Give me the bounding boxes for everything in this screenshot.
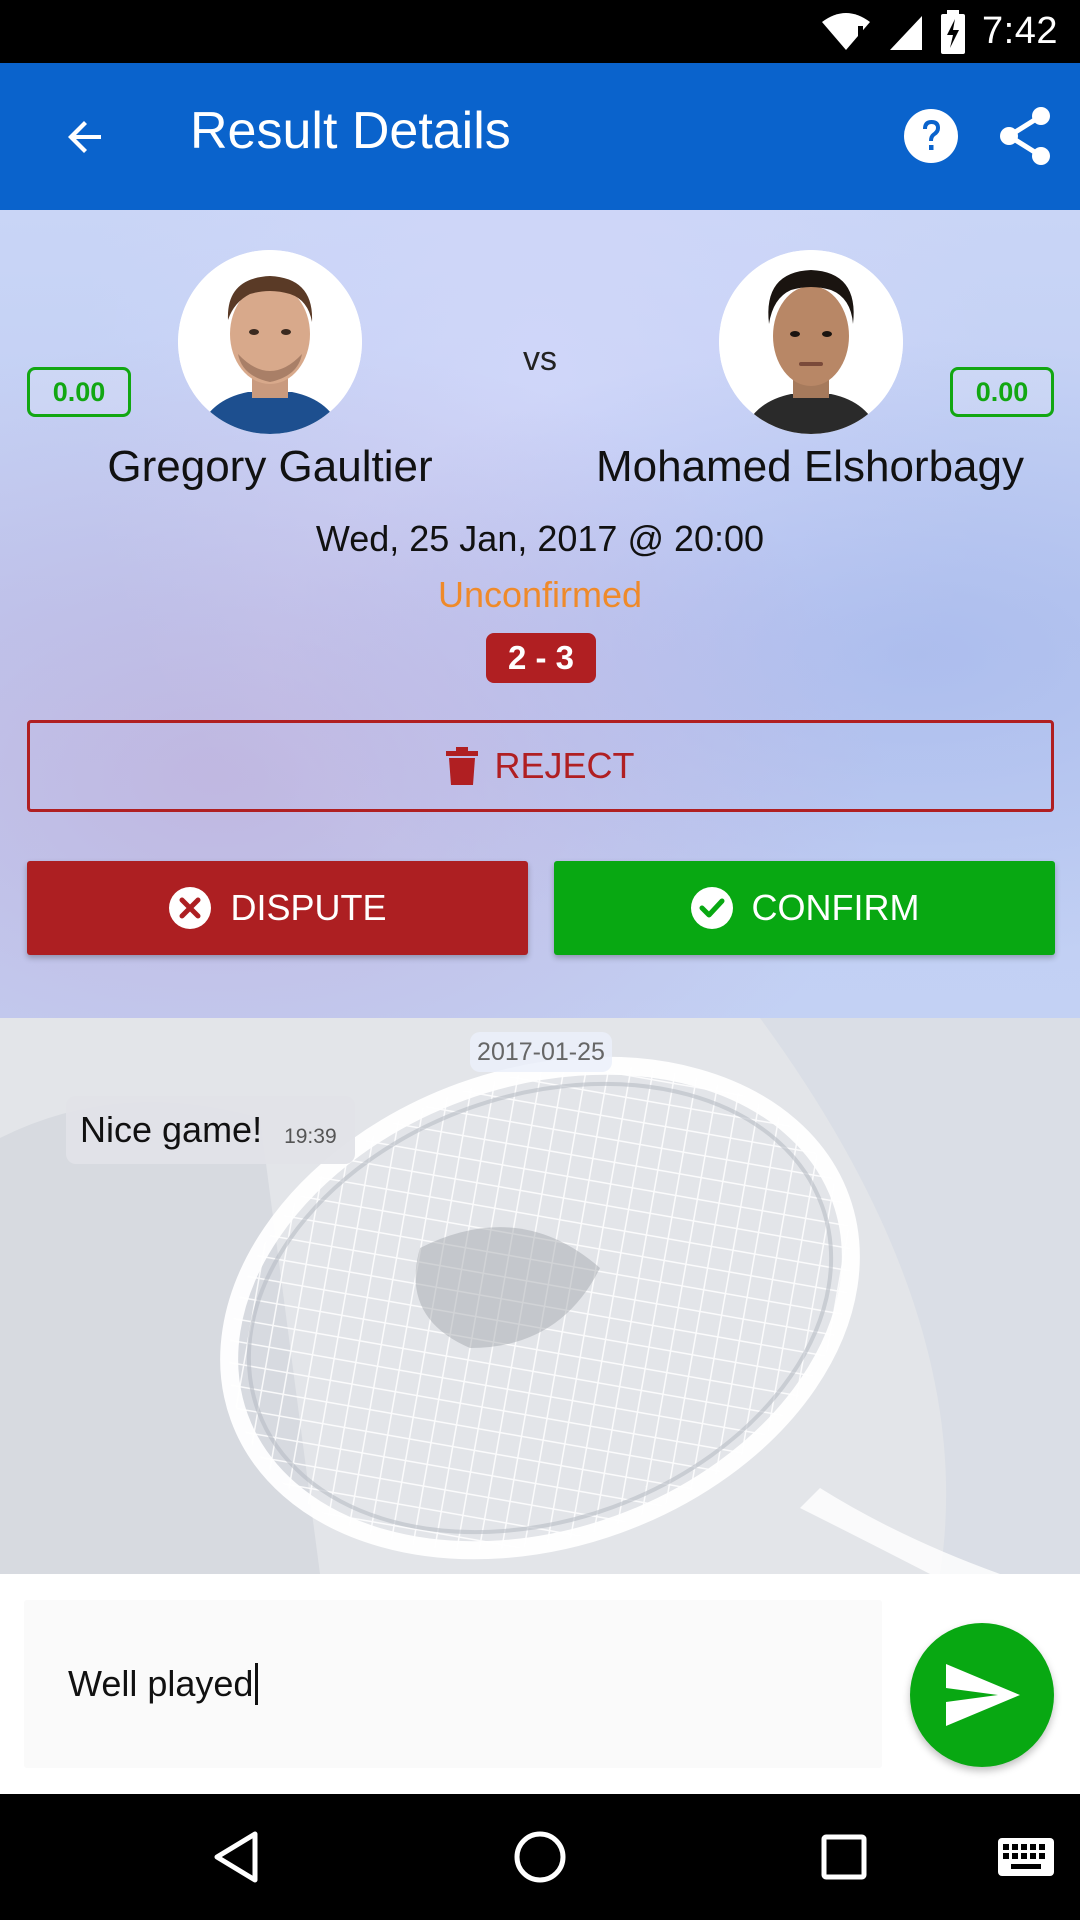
dispute-label: DISPUTE	[230, 887, 387, 928]
reject-label: REJECT	[494, 745, 635, 786]
status-time: 7:42	[982, 10, 1058, 52]
share-icon	[1000, 107, 1050, 165]
trash-icon	[446, 747, 479, 785]
vs-label: vs	[523, 340, 557, 378]
nav-back-icon	[214, 1831, 258, 1883]
back-button[interactable]	[40, 95, 130, 179]
dispute-button[interactable]: DISPUTE	[27, 861, 528, 955]
player-left-rating: 0.00	[27, 367, 131, 417]
player-left-name[interactable]: Gregory Gaultier	[70, 442, 470, 492]
nav-home-button[interactable]	[500, 1817, 580, 1897]
match-status: Unconfirmed	[437, 574, 643, 615]
message-composer: Well played	[0, 1574, 1080, 1794]
keyboard-icon	[998, 1838, 1054, 1876]
nav-recents-button[interactable]	[804, 1817, 884, 1897]
cancel-circle-icon	[169, 887, 212, 929]
player-left-avatar[interactable]	[178, 250, 362, 434]
chat-date-chip: 2017-01-25	[470, 1032, 612, 1072]
reject-button[interactable]: REJECT	[27, 720, 1054, 812]
page-title: Result Details	[190, 102, 511, 160]
confirm-button[interactable]: CONFIRM	[554, 861, 1055, 955]
chat-message-time: 19:39	[284, 1125, 337, 1148]
nav-home-icon	[514, 1831, 566, 1883]
message-input[interactable]: Well played	[24, 1600, 882, 1768]
player-right-avatar[interactable]	[719, 250, 903, 434]
send-icon	[946, 1664, 1020, 1726]
match-date: Wed, 25 Jan, 2017 @ 20:00	[315, 518, 765, 559]
nav-recents-icon	[821, 1834, 867, 1880]
app-bar: Result Details	[0, 63, 1080, 210]
match-panel: 0.00 vs 0.00 Gregory Gaultier Mohamed El…	[0, 210, 1080, 1018]
check-circle-icon	[690, 887, 733, 929]
send-button[interactable]	[910, 1623, 1054, 1767]
chat-message[interactable]: Nice game! 19:39	[66, 1096, 355, 1164]
status-bar: 7:42	[0, 0, 1080, 63]
arrow-back-icon	[68, 121, 101, 153]
battery-charging-icon	[941, 9, 966, 54]
help-icon	[904, 109, 958, 163]
text-caret	[255, 1663, 259, 1705]
score-badge: 2 - 3	[486, 633, 596, 683]
help-button[interactable]	[898, 103, 964, 169]
keyboard-switch-button[interactable]	[988, 1817, 1064, 1897]
message-input-value: Well played	[68, 1663, 254, 1704]
nav-back-button[interactable]	[196, 1817, 276, 1897]
share-button[interactable]	[990, 101, 1060, 171]
chat-message-text: Nice game!	[80, 1109, 263, 1150]
player-right-rating: 0.00	[950, 367, 1054, 417]
wifi-alert-icon	[822, 12, 871, 50]
system-nav-bar	[0, 1794, 1080, 1920]
player-right-name[interactable]: Mohamed Elshorbagy	[580, 442, 1040, 492]
chat-area[interactable]: 2017-01-25 Nice game! 19:39	[0, 1018, 1080, 1574]
confirm-label: CONFIRM	[751, 887, 920, 928]
cell-signal-icon	[890, 15, 923, 50]
